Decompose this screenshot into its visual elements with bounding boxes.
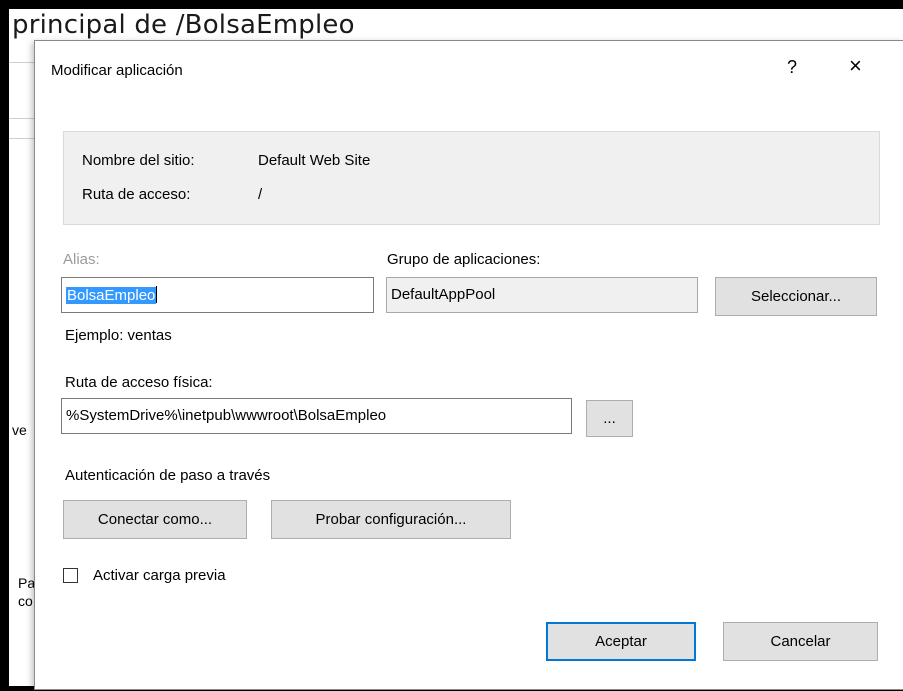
path-value: / [258, 186, 263, 203]
background-divider [9, 118, 34, 119]
text-caret [156, 286, 158, 303]
ok-button[interactable]: Aceptar [546, 622, 696, 661]
dialog-title: Modificar aplicación [51, 62, 183, 79]
background-text-fragment: co [18, 593, 33, 609]
background-divider [9, 138, 34, 139]
background-text-fragment: Pa [18, 575, 36, 591]
background-text-fragment: ve [12, 422, 27, 438]
modify-application-dialog: Modificar aplicación ? × Nombre del siti… [34, 40, 903, 690]
close-icon[interactable]: × [849, 53, 862, 79]
site-name-label: Nombre del sitio: [82, 152, 195, 169]
app-pool-field: DefaultAppPool [386, 277, 698, 313]
site-info-panel: Nombre del sitio: Default Web Site Ruta … [63, 131, 880, 225]
background-divider [9, 62, 34, 63]
preload-checkbox[interactable] [63, 568, 78, 583]
background-page-title: principal de /BolsaEmpleo [12, 10, 355, 40]
select-app-pool-button[interactable]: Seleccionar... [715, 277, 877, 316]
physical-path-input[interactable]: %SystemDrive%\inetpub\wwwroot\BolsaEmple… [61, 398, 572, 434]
alias-value: BolsaEmpleo [66, 287, 157, 304]
site-name-value: Default Web Site [258, 152, 371, 169]
passthrough-auth-label: Autenticación de paso a través [65, 467, 271, 484]
browse-button[interactable]: ... [586, 400, 633, 437]
alias-example: Ejemplo: ventas [65, 327, 172, 344]
physical-path-label: Ruta de acceso física: [65, 374, 213, 391]
test-settings-button[interactable]: Probar configuración... [271, 500, 511, 539]
preload-label: Activar carga previa [93, 567, 226, 584]
help-button[interactable]: ? [787, 57, 797, 78]
app-pool-label: Grupo de aplicaciones: [387, 251, 541, 268]
alias-input[interactable]: BolsaEmpleo [61, 277, 374, 313]
cancel-button[interactable]: Cancelar [723, 622, 878, 661]
alias-label: Alias: [63, 251, 100, 268]
path-label: Ruta de acceso: [82, 186, 191, 203]
connect-as-button[interactable]: Conectar como... [63, 500, 247, 539]
